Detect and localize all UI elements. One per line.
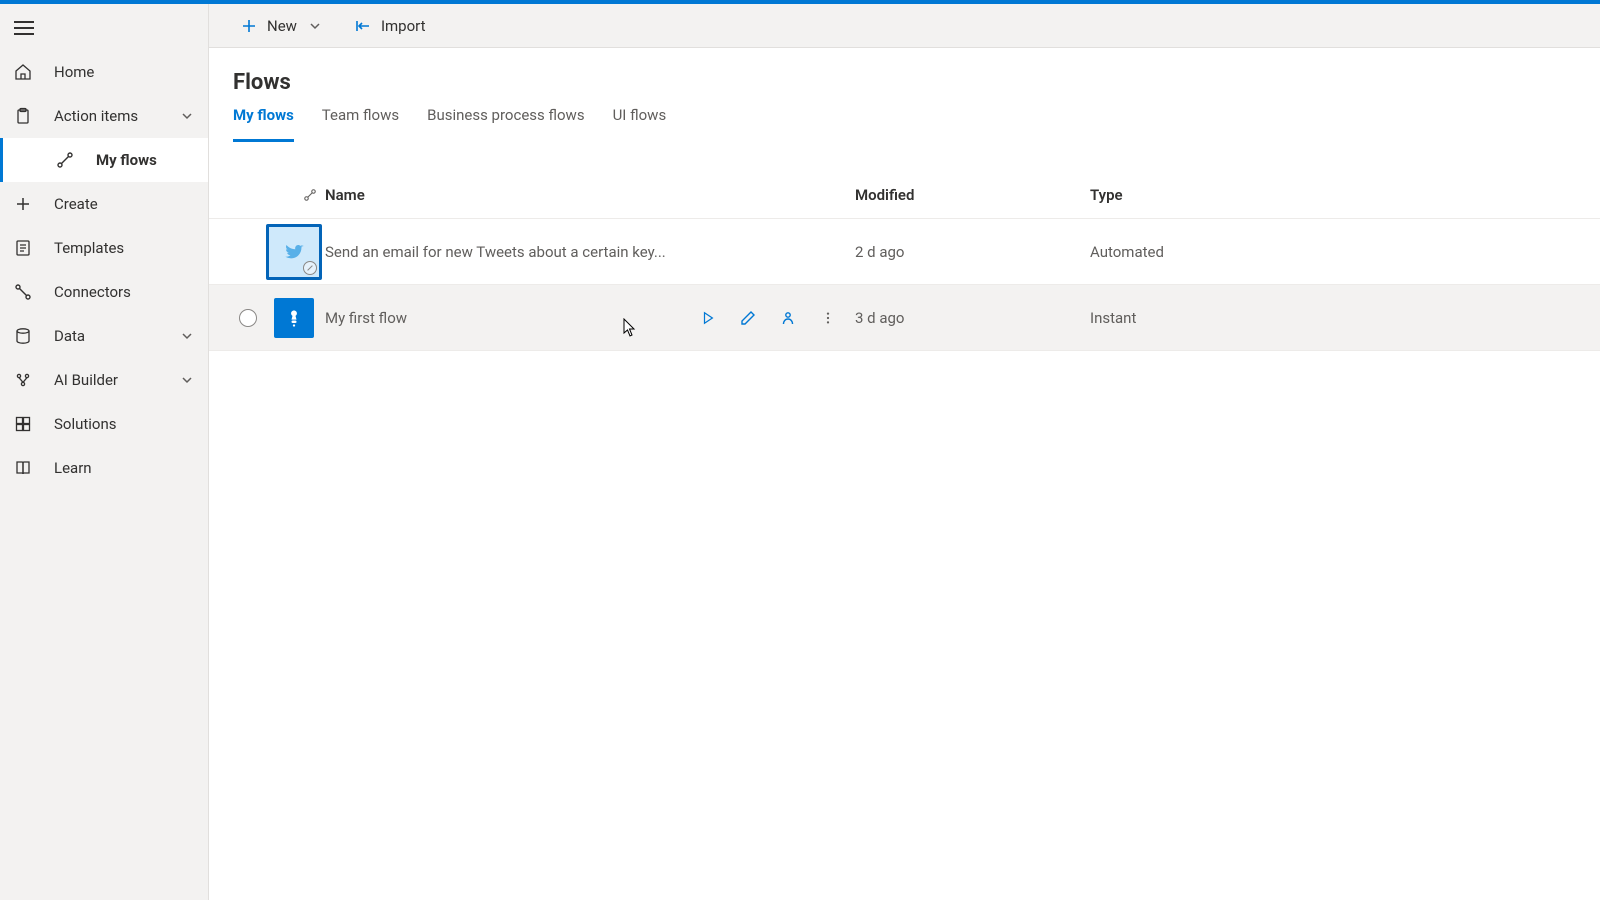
sidebar-item-connectors[interactable]: Connectors (0, 270, 208, 314)
sidebar-item-label: Data (54, 327, 85, 345)
sidebar: Home Action items My flows (0, 4, 209, 900)
sidebar-item-my-flows[interactable]: My flows (0, 138, 208, 182)
row-selector[interactable] (233, 309, 263, 327)
column-header-name[interactable]: Name (325, 186, 855, 204)
plus-icon (14, 195, 32, 213)
import-icon (355, 18, 371, 34)
row-actions (699, 309, 855, 327)
flow-name[interactable]: Send an email for new Tweets about a cer… (325, 243, 855, 261)
sidebar-item-create[interactable]: Create (0, 182, 208, 226)
sidebar-item-action-items[interactable]: Action items (0, 94, 208, 138)
chevron-down-icon (180, 373, 194, 387)
tab-team-flows[interactable]: Team flows (322, 100, 399, 142)
new-button-label: New (267, 17, 297, 35)
data-icon (14, 327, 32, 345)
home-icon (14, 63, 32, 81)
tab-business-process-flows[interactable]: Business process flows (427, 100, 584, 142)
hamburger-menu-button[interactable] (14, 21, 34, 35)
flow-name[interactable]: My first flow (325, 309, 699, 327)
sidebar-item-label: Create (54, 195, 98, 213)
twitter-connector-icon (266, 224, 322, 280)
chevron-down-icon (180, 329, 194, 343)
share-button[interactable] (779, 309, 797, 327)
sidebar-item-ai-builder[interactable]: AI Builder (0, 358, 208, 402)
tab-ui-flows[interactable]: UI flows (613, 100, 667, 142)
column-header-modified[interactable]: Modified (855, 186, 1090, 204)
main-content: New Import Flows My flows Team flows Bus… (209, 4, 1600, 900)
flow-type: Automated (1090, 243, 1290, 261)
sidebar-item-label: My flows (96, 151, 157, 169)
sidebar-item-label: Connectors (54, 283, 131, 301)
instant-flow-icon (274, 298, 314, 338)
import-button-label: Import (381, 17, 426, 35)
sidebar-item-solutions[interactable]: Solutions (0, 402, 208, 446)
plus-icon (241, 18, 257, 34)
templates-icon (14, 239, 32, 257)
edit-button[interactable] (739, 309, 757, 327)
sidebar-item-label: Solutions (54, 415, 117, 433)
list-header-row: Name Modified Type (209, 171, 1600, 219)
clipboard-icon (14, 107, 32, 125)
import-button[interactable]: Import (347, 10, 434, 42)
list-row[interactable]: Send an email for new Tweets about a cer… (209, 219, 1600, 285)
sidebar-item-label: Home (54, 63, 94, 81)
flow-modified: 2 d ago (855, 243, 1090, 261)
sidebar-item-label: AI Builder (54, 371, 118, 389)
chevron-down-icon (180, 109, 194, 123)
column-header-type[interactable]: Type (1090, 186, 1290, 204)
sidebar-item-label: Templates (54, 239, 124, 257)
chevron-down-icon (307, 18, 323, 34)
tab-my-flows[interactable]: My flows (233, 100, 294, 142)
flow-type-column-icon (303, 188, 317, 202)
tab-strip: My flows Team flows Business process flo… (209, 101, 1600, 143)
sidebar-item-templates[interactable]: Templates (0, 226, 208, 270)
flow-modified: 3 d ago (855, 309, 1090, 327)
radio-unselected-icon[interactable] (239, 309, 257, 327)
flow-type: Instant (1090, 309, 1290, 327)
flow-list: Name Modified Type (209, 143, 1600, 351)
sidebar-item-home[interactable]: Home (0, 50, 208, 94)
disabled-badge-icon (303, 261, 317, 275)
flow-icon (56, 151, 74, 169)
sidebar-item-learn[interactable]: Learn (0, 446, 208, 490)
command-bar: New Import (209, 4, 1600, 48)
ai-icon (14, 371, 32, 389)
new-button[interactable]: New (233, 10, 331, 42)
run-button[interactable] (699, 309, 717, 327)
sidebar-item-data[interactable]: Data (0, 314, 208, 358)
more-actions-button[interactable] (819, 309, 837, 327)
sidebar-item-label: Action items (54, 107, 138, 125)
connectors-icon (14, 283, 32, 301)
list-row[interactable]: My first flow (209, 285, 1600, 351)
book-icon (14, 459, 32, 477)
solutions-icon (14, 415, 32, 433)
sidebar-item-label: Learn (54, 459, 92, 477)
page-title: Flows (233, 70, 1600, 95)
